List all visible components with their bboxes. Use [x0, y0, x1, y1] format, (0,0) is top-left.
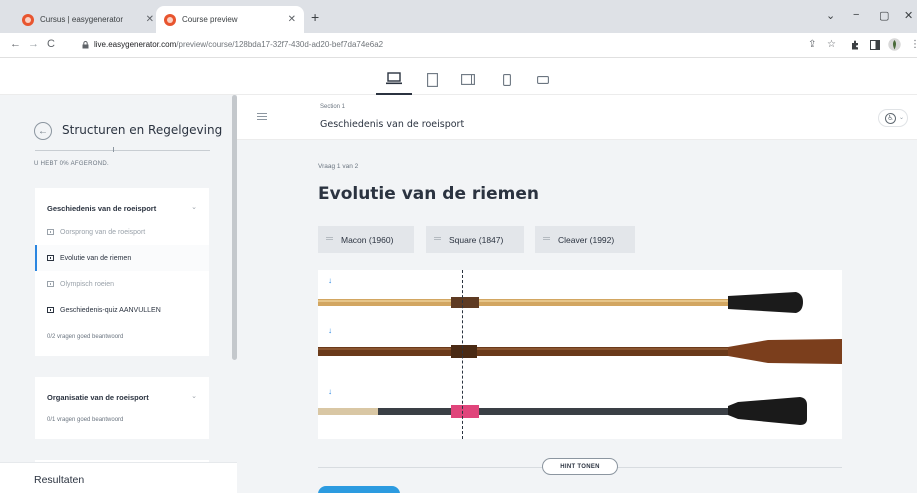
address-bar: ← → C live.easygenerator.com/preview/cou… [0, 33, 917, 58]
chevron-up-icon[interactable]: ⌄ [191, 203, 197, 211]
browser-tab-course-preview[interactable]: Course preview ✕ [156, 6, 304, 33]
browser-tab-cursus[interactable]: Cursus | easygenerator ✕ [14, 6, 162, 33]
device-phone-portrait-button[interactable] [489, 64, 525, 95]
tab-search-icon[interactable]: ⌄ [826, 9, 835, 22]
device-phone-landscape-button[interactable] [525, 64, 561, 95]
content-page-icon [47, 229, 54, 235]
close-icon[interactable]: ✕ [146, 14, 154, 25]
question-area: Vraag 1 van 2 Evolutie van de riemen Mac… [237, 140, 917, 493]
progress-marker [113, 147, 114, 152]
desktop-icon [386, 72, 402, 85]
back-button[interactable]: ← [34, 122, 52, 140]
section-label: Section 1 [320, 104, 346, 110]
section-card-history: Geschiedenis van de roeisport ⌄ Oorspron… [35, 188, 209, 356]
sidebar-item-oorsprong[interactable]: Oorsprong van de roeisport [35, 219, 209, 245]
chevron-down-icon[interactable]: ⌄ [191, 392, 197, 400]
drag-handle-icon [326, 237, 333, 240]
back-arrow-icon[interactable]: ← [10, 38, 21, 50]
phone-portrait-icon [503, 73, 511, 86]
chevron-down-icon: ⌄ [899, 115, 905, 121]
sidebar-item-label: Geschiedenis-quiz AANVULLEN [60, 306, 161, 314]
sidebar-item-evolutie[interactable]: Evolutie van de riemen [35, 245, 209, 271]
side-panel-icon[interactable] [870, 40, 880, 50]
section-title: Geschiedenis van de roeisport [320, 119, 465, 130]
profile-avatar-icon[interactable] [888, 38, 901, 51]
question-counter: Vraag 1 van 2 [318, 163, 359, 170]
easygenerator-favicon-icon [22, 13, 34, 26]
easygenerator-favicon-icon [164, 13, 176, 26]
tablet-portrait-icon [426, 72, 438, 87]
window-close-icon[interactable]: ✕ [904, 9, 913, 22]
drag-handle-icon [543, 237, 550, 240]
close-icon[interactable]: ✕ [288, 14, 296, 25]
tab-label: Course preview [182, 15, 238, 24]
share-icon[interactable]: ⇪ [808, 39, 816, 50]
submit-button[interactable] [318, 486, 400, 493]
section-score: 0/1 vragen goed beantwoord [47, 417, 124, 423]
extensions-puzzle-icon[interactable] [851, 40, 860, 50]
drag-chip-macon[interactable]: Macon (1960) [318, 226, 414, 253]
oar-square-image [318, 339, 842, 364]
reload-icon[interactable]: C [47, 38, 55, 50]
maximize-icon[interactable]: ▢ [879, 9, 889, 22]
sidebar-item-label: Olympisch roeien [60, 280, 115, 288]
drag-handle-icon [434, 237, 441, 240]
url-field[interactable]: live.easygenerator.com/preview/course/12… [94, 40, 383, 49]
results-label: Resultaten [34, 474, 85, 486]
oars-illustration [318, 292, 842, 425]
url-host: live.easygenerator.com [94, 40, 177, 49]
arrow-left-icon: ← [38, 125, 48, 137]
content-header: Section 1 Geschiedenis van de roeisport … [237, 95, 917, 140]
browser-menu-icon[interactable]: ⋮ [910, 39, 917, 50]
results-link[interactable]: Resultaten [0, 462, 237, 493]
question-page-icon [47, 307, 54, 313]
bookmark-star-icon[interactable]: ☆ [827, 39, 836, 50]
progress-track [35, 150, 210, 151]
tab-label: Cursus | easygenerator [40, 15, 124, 24]
alignment-guide-line [462, 270, 463, 439]
progress-text: U HEBT 0% AFGEROND. [34, 161, 109, 167]
section-heading[interactable]: Organisatie van de roeisport [47, 393, 149, 402]
minimize-icon[interactable]: − [853, 9, 859, 21]
lock-icon [82, 41, 89, 49]
drop-zone-canvas[interactable]: ↓ ↓ ↓ [318, 270, 842, 439]
course-title: Structuren en Regelgeving [62, 123, 223, 137]
browser-tab-bar: Cursus | easygenerator ✕ Course preview … [0, 0, 917, 33]
section-heading[interactable]: Geschiedenis van de roeisport [47, 204, 156, 213]
section-score: 0/2 vragen goed beantwoord [47, 334, 124, 340]
chip-label: Macon (1960) [341, 234, 394, 245]
course-sidebar: ← Structuren en Regelgeving U HEBT 0% AF… [0, 95, 237, 493]
accessibility-icon: ♿ [885, 113, 896, 124]
device-tablet-portrait-button[interactable] [414, 64, 450, 95]
phone-landscape-icon [537, 75, 549, 84]
sidebar-item-label: Oorsprong van de roeisport [60, 228, 146, 236]
forward-arrow-icon[interactable]: → [28, 38, 39, 50]
sidebar-item-label: Evolutie van de riemen [60, 254, 132, 262]
question-page-icon [47, 255, 54, 261]
question-title: Evolutie van de riemen [318, 184, 539, 204]
sidebar-item-quiz[interactable]: Geschiedenis-quiz AANVULLEN [35, 297, 209, 323]
device-desktop-button[interactable] [376, 64, 412, 95]
device-tablet-landscape-button[interactable] [450, 64, 486, 95]
hamburger-menu-icon[interactable] [257, 113, 267, 120]
oar-cleaver-image [318, 397, 807, 425]
url-path: /preview/course/128bda17-32f7-430d-ad20-… [176, 40, 384, 49]
drag-chip-square[interactable]: Square (1847) [426, 226, 524, 253]
show-hint-button[interactable]: HINT TONEN [542, 458, 618, 475]
device-preview-toolbar [0, 58, 917, 95]
drag-chip-cleaver[interactable]: Cleaver (1992) [535, 226, 635, 253]
section-card-organisatie: Organisatie van de roeisport ⌄ 0/1 vrage… [35, 377, 209, 439]
new-tab-icon[interactable]: + [311, 9, 319, 25]
chip-label: Cleaver (1992) [558, 234, 615, 245]
sidebar-item-olympisch[interactable]: Olympisch roeien [35, 271, 209, 297]
chip-label: Square (1847) [449, 234, 504, 245]
tablet-landscape-icon [461, 74, 475, 85]
content-page-icon [47, 281, 54, 287]
oar-macon-image [318, 292, 803, 313]
accessibility-button[interactable]: ♿ ⌄ [878, 109, 908, 127]
